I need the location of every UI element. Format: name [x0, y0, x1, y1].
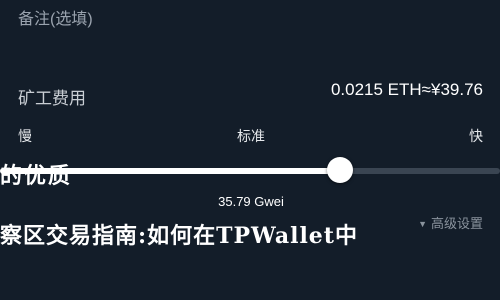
fee-slider-track[interactable] [0, 168, 500, 174]
fee-slider-thumb[interactable] [327, 157, 353, 183]
speed-standard-label: 标准 [237, 128, 265, 144]
miner-fee-value: 0.0215 ETH≈¥39.76 [330, 80, 483, 99]
speed-fast-label: 快 [469, 128, 483, 144]
gas-price-label: 35.79 Gwei [218, 194, 284, 209]
miner-fee-row: 矿工费用 0.0215 ETH≈¥39.76 [0, 70, 500, 110]
note-placeholder: 备注(选填) [18, 11, 93, 28]
miner-fee-label: 矿工费用 [18, 89, 86, 108]
overlay-text-line-2: 察区交易指南:如何在TPWallet中 [0, 223, 358, 249]
overlay-text-line-1: 的优质 [0, 163, 73, 189]
note-field[interactable]: 备注(选填) [0, 0, 500, 32]
speed-slow-label: 慢 [18, 128, 32, 144]
bottom-area [0, 248, 500, 300]
